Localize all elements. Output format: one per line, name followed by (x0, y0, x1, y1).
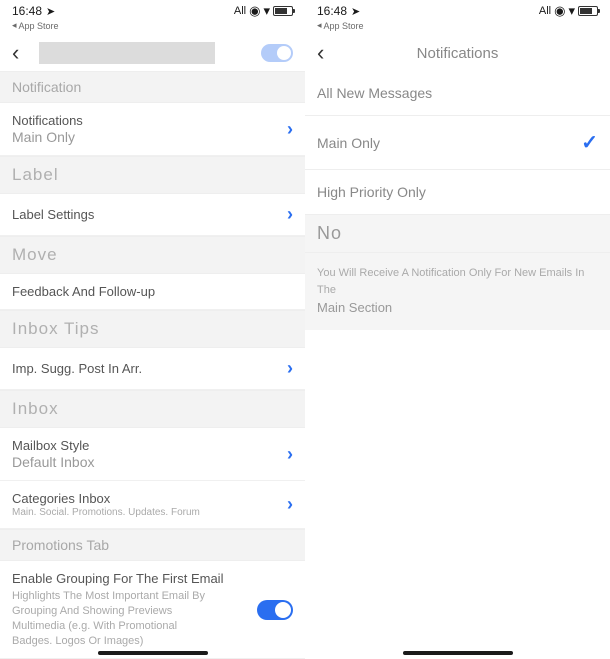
carrier-label: All (234, 5, 246, 17)
notifications-row[interactable]: Notifications Main Only › (0, 103, 305, 156)
move-section-header: Move (0, 236, 305, 274)
helper-text: You Will Receive A Notification Only For… (305, 253, 610, 330)
back-chevron-icon: ◂ (317, 20, 322, 31)
row-title: Mailbox Style (12, 438, 287, 453)
chevron-right-icon: › (287, 204, 293, 225)
wifi-icon: ◉ (554, 3, 565, 19)
inbox-tips-section-header: Inbox Tips (0, 310, 305, 348)
notifications-screen: 16:48 ➤ All ◉ ▾ ◂ App Store ‹ Notificati… (305, 0, 610, 659)
row-title: Enable Grouping For The First Email (12, 571, 257, 586)
label-section-header: Label (0, 156, 305, 194)
chevron-right-icon: › (287, 358, 293, 379)
settings-content: Notification Notifications Main Only › L… (0, 71, 305, 659)
header-toggle[interactable] (261, 44, 293, 62)
home-indicator[interactable] (98, 651, 208, 655)
wifi-icon: ◉ (249, 3, 260, 19)
inbox-section-header: Inbox (0, 390, 305, 428)
mailbox-style-row[interactable]: Mailbox Style Default Inbox › (0, 428, 305, 481)
header: ‹ (0, 35, 305, 71)
option-label: Main Only (317, 135, 380, 151)
status-time: 16:48 (12, 4, 42, 18)
row-title: Feedback And Follow-up (12, 284, 293, 299)
categories-inbox-row[interactable]: Categories Inbox Main. Social. Promotion… (0, 481, 305, 529)
status-time: 16:48 (317, 4, 347, 18)
battery-icon (578, 6, 598, 16)
feedback-row[interactable]: Feedback And Follow-up (0, 274, 305, 310)
redacted-title (39, 42, 215, 64)
grouping-row[interactable]: Enable Grouping For The First Email High… (0, 561, 305, 659)
notifications-content: All New Messages Main Only ✓ High Priori… (305, 71, 610, 659)
grouping-toggle[interactable] (257, 600, 293, 620)
location-icon: ➤ (351, 5, 360, 18)
option-high-priority[interactable]: High Priority Only (305, 170, 610, 215)
battery-icon (273, 6, 293, 16)
row-title: Notifications (12, 113, 287, 128)
option-none[interactable]: No (305, 215, 610, 253)
chevron-right-icon: › (287, 494, 293, 515)
carrier-label: All (539, 5, 551, 17)
row-sub: Default Inbox (12, 454, 287, 470)
option-all-new[interactable]: All New Messages (305, 71, 610, 116)
row-sub: Main. Social. Promotions. Updates. Forum (12, 507, 287, 518)
header: ‹ Notifications (305, 35, 610, 71)
location-icon: ➤ (46, 5, 55, 18)
back-chevron-icon: ◂ (12, 20, 17, 31)
chevron-right-icon: › (287, 119, 293, 140)
notification-section-header: Notification (0, 71, 305, 103)
row-title: Imp. Sugg. Post In Arr. (12, 361, 287, 376)
back-to-app[interactable]: ◂ App Store (0, 20, 305, 35)
row-sub: Main Only (12, 129, 287, 145)
chevron-right-icon: › (287, 444, 293, 465)
check-icon: ✓ (581, 130, 598, 155)
home-indicator[interactable] (403, 651, 513, 655)
signal-icon: ▾ (263, 3, 270, 19)
row-desc: Highlights The Most Important Email By G… (12, 589, 257, 648)
row-title: Categories Inbox (12, 491, 287, 506)
signal-icon: ▾ (568, 3, 575, 19)
back-button[interactable]: ‹ (12, 40, 19, 66)
option-main-only[interactable]: Main Only ✓ (305, 116, 610, 170)
back-to-app[interactable]: ◂ App Store (305, 20, 610, 35)
settings-screen: 16:48 ➤ All ◉ ▾ ◂ App Store ‹ Notificati… (0, 0, 305, 659)
promotions-section-header: Promotions Tab (0, 529, 305, 561)
back-button[interactable]: ‹ (317, 40, 324, 66)
page-title: Notifications (417, 45, 499, 62)
imp-sugg-row[interactable]: Imp. Sugg. Post In Arr. › (0, 348, 305, 390)
label-settings-row[interactable]: Label Settings › (0, 194, 305, 236)
status-bar: 16:48 ➤ All ◉ ▾ (305, 0, 610, 20)
status-bar: 16:48 ➤ All ◉ ▾ (0, 0, 305, 20)
row-title: Label Settings (12, 207, 287, 222)
